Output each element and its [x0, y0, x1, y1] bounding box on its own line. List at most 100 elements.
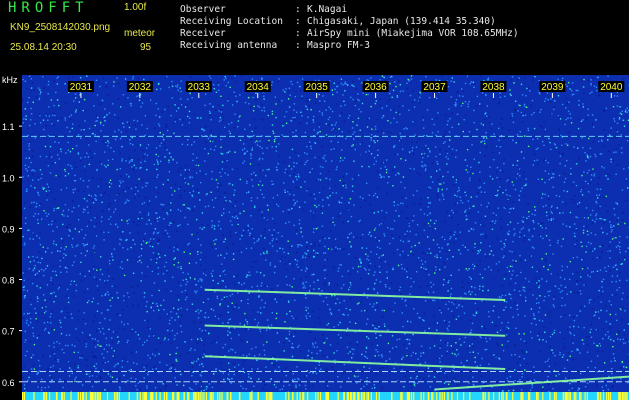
noise-speckle: [471, 291, 473, 293]
noise-speckle: [262, 252, 265, 254]
noise-speckle: [146, 301, 148, 303]
noise-speckle: [593, 248, 596, 250]
noise-speckle: [390, 132, 392, 134]
noise-speckle: [181, 291, 183, 293]
noise-speckle: [498, 127, 500, 130]
noise-speckle: [402, 202, 404, 205]
noise-speckle: [27, 101, 29, 104]
noise-speckle: [86, 301, 89, 304]
noise-speckle: [130, 246, 132, 249]
noise-speckle: [221, 314, 223, 316]
noise-speckle: [139, 259, 141, 262]
noise-speckle: [467, 282, 470, 284]
noise-speckle: [425, 292, 428, 295]
noise-speckle: [553, 329, 556, 332]
noise-speckle: [126, 292, 129, 294]
noise-speckle: [120, 131, 122, 133]
noise-speckle: [242, 232, 245, 234]
noise-speckle: [493, 98, 495, 101]
noise-speckle: [620, 147, 623, 149]
noise-speckle: [146, 387, 148, 389]
noise-speckle: [306, 188, 309, 190]
noise-speckle: [455, 342, 457, 344]
noise-speckle: [79, 160, 82, 162]
info-value: K.Nagai: [307, 4, 348, 15]
noise-speckle: [476, 253, 479, 255]
noise-speckle: [53, 240, 55, 242]
noise-speckle: [46, 215, 48, 217]
noise-speckle: [436, 322, 439, 324]
noise-speckle: [169, 246, 171, 249]
noise-speckle: [550, 211, 552, 213]
noise-speckle: [541, 227, 543, 229]
noise-speckle: [291, 315, 293, 317]
noise-speckle: [183, 251, 185, 253]
noise-speckle: [473, 86, 475, 88]
noise-speckle: [226, 247, 228, 249]
noise-speckle: [502, 192, 504, 194]
noise-speckle: [576, 271, 579, 274]
noise-speckle: [591, 222, 594, 224]
noise-speckle: [156, 217, 158, 220]
noise-speckle: [532, 294, 534, 296]
noise-speckle: [135, 128, 137, 130]
noise-speckle: [412, 194, 415, 196]
noise-speckle: [105, 373, 107, 375]
noise-speckle: [370, 235, 372, 237]
noise-speckle: [533, 313, 535, 315]
noise-speckle: [266, 252, 268, 254]
noise-speckle: [431, 118, 433, 120]
noise-speckle: [612, 385, 614, 387]
noise-speckle: [371, 343, 374, 345]
noise-speckle: [170, 290, 172, 292]
noise-speckle: [200, 181, 202, 184]
noise-speckle: [374, 128, 377, 130]
noise-speckle: [304, 131, 307, 134]
noise-speckle: [142, 179, 144, 181]
noise-speckle: [547, 375, 549, 378]
noise-speckle: [323, 269, 325, 272]
noise-speckle: [128, 187, 130, 189]
noise-speckle: [246, 182, 248, 184]
noise-speckle: [506, 346, 508, 348]
noise-speckle: [135, 167, 137, 169]
noise-speckle: [392, 185, 394, 187]
noise-speckle: [375, 100, 377, 102]
noise-speckle: [436, 335, 438, 337]
noise-speckle: [357, 117, 360, 119]
noise-speckle: [350, 215, 353, 218]
noise-speckle: [436, 256, 438, 259]
noise-speckle: [103, 357, 105, 359]
noise-speckle: [164, 229, 167, 232]
noise-speckle: [482, 285, 484, 288]
noise-speckle: [174, 104, 176, 106]
noise-speckle: [340, 157, 342, 159]
noise-speckle: [217, 282, 219, 285]
noise-speckle: [392, 311, 395, 313]
noise-speckle: [289, 246, 291, 248]
noise-speckle: [525, 342, 528, 344]
noise-speckle: [203, 226, 205, 229]
noise-speckle: [290, 80, 292, 83]
noise-speckle: [155, 303, 158, 305]
noise-speckle: [279, 247, 281, 249]
noise-speckle: [71, 372, 73, 375]
noise-speckle: [262, 388, 265, 390]
noise-speckle: [479, 260, 482, 262]
noise-speckle: [182, 271, 184, 274]
noise-speckle: [402, 344, 405, 346]
noise-speckle: [44, 251, 47, 253]
noise-speckle: [348, 114, 351, 117]
noise-speckle: [533, 228, 535, 230]
noise-speckle: [448, 215, 451, 217]
noise-speckle: [100, 312, 103, 314]
noise-speckle: [375, 332, 377, 335]
noise-speckle: [533, 127, 536, 130]
noise-speckle: [590, 328, 592, 331]
noise-speckle: [187, 223, 189, 226]
noise-speckle: [619, 271, 621, 274]
noise-speckle: [456, 202, 459, 204]
noise-speckle: [281, 235, 283, 237]
noise-speckle: [531, 99, 534, 102]
noise-speckle: [257, 311, 259, 313]
